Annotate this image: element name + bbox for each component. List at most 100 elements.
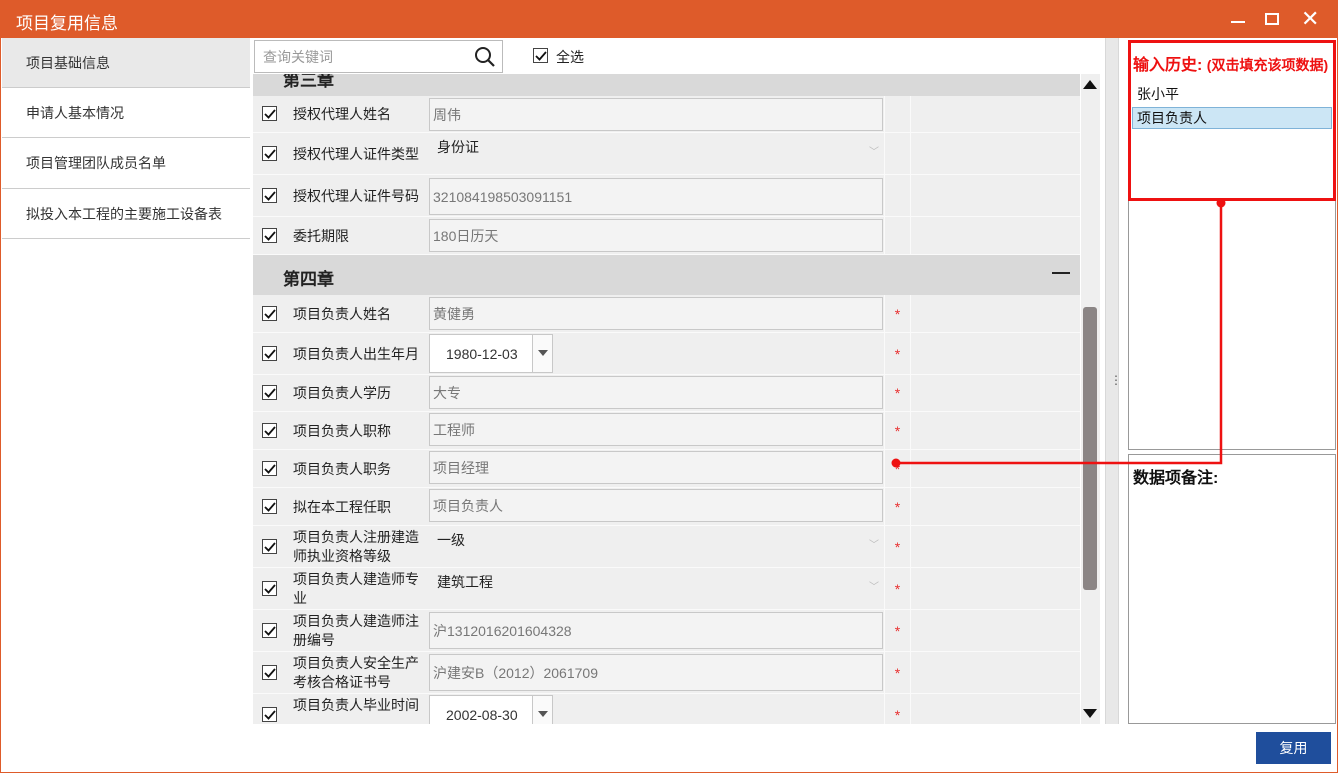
row-checkbox[interactable]: [262, 346, 277, 361]
field-label: 项目负责人建造师专业: [293, 571, 419, 606]
form-row: 授权代理人姓名 周伟: [253, 96, 1080, 133]
check-icon: [264, 542, 276, 552]
select-all-checkbox[interactable]: [533, 48, 548, 63]
check-icon: [535, 51, 547, 61]
field-input[interactable]: 321084198503091151: [429, 178, 883, 215]
check-icon: [264, 710, 276, 720]
sidebar: 项目基础信息 申请人基本情况 项目管理团队成员名单 拟投入本工程的主要施工设备表: [2, 38, 250, 239]
collapse-icon[interactable]: [1052, 272, 1070, 274]
field-input[interactable]: 工程师: [429, 413, 883, 446]
chapter-header[interactable]: 第三章: [253, 74, 1080, 96]
check-icon: [264, 668, 276, 678]
required-cell: [884, 217, 911, 255]
field-input[interactable]: 黄健勇: [429, 297, 883, 330]
row-checkbox[interactable]: [262, 385, 277, 400]
check-icon: [264, 231, 276, 241]
form-row: 项目负责人安全生产考核合格证书号 沪建安B（2012）2061709 *: [253, 652, 1080, 694]
date-dropdown-button[interactable]: [532, 696, 552, 724]
select-value: 建筑工程: [437, 574, 493, 590]
field-label: 项目负责人职务: [293, 460, 391, 477]
field-label: 项目负责人姓名: [293, 305, 391, 322]
field-select[interactable]: 身份证 ﹀: [429, 133, 883, 175]
date-picker[interactable]: 1980-12-03: [429, 334, 553, 373]
sidebar-item-label: 项目基础信息: [26, 54, 110, 71]
reuse-button[interactable]: 复用: [1256, 732, 1331, 764]
window-title: 项目复用信息: [16, 14, 118, 33]
required-mark: *: [884, 295, 911, 333]
row-checkbox[interactable]: [262, 106, 277, 121]
maximize-button[interactable]: [1254, 4, 1290, 34]
row-checkbox[interactable]: [262, 423, 277, 438]
dropdown-arrow-icon: [538, 711, 548, 717]
field-input[interactable]: 沪1312016201604328: [429, 612, 883, 649]
form-row: 项目负责人职务 项目经理 *: [253, 450, 1080, 488]
row-checkbox[interactable]: [262, 228, 277, 243]
field-label: 授权代理人证件类型: [293, 145, 419, 162]
scrollbar-thumb[interactable]: [1083, 307, 1097, 590]
close-button[interactable]: ✕: [1292, 4, 1328, 34]
minimize-icon: [1231, 21, 1245, 23]
required-cell: [884, 133, 911, 175]
form-row: 授权代理人证件类型 身份证 ﹀: [253, 133, 1080, 175]
form-row: 项目负责人注册建造师执业资格等级 一级 ﹀ *: [253, 526, 1080, 568]
check-icon: [264, 426, 276, 436]
check-icon: [264, 149, 276, 159]
sidebar-item-applicant[interactable]: 申请人基本情况: [2, 88, 250, 138]
minimize-button[interactable]: [1220, 4, 1256, 34]
form-row: 项目负责人姓名 黄健勇 *: [253, 295, 1080, 333]
sidebar-item-equipment[interactable]: 拟投入本工程的主要施工设备表: [2, 189, 250, 239]
required-cell: [884, 96, 911, 133]
row-checkbox[interactable]: [262, 499, 277, 514]
panel-splitter[interactable]: ⋮: [1105, 38, 1122, 724]
maximize-icon: [1265, 13, 1279, 25]
required-mark: *: [884, 568, 911, 610]
required-mark: *: [884, 610, 911, 652]
row-checkbox[interactable]: [262, 461, 277, 476]
field-input[interactable]: 项目经理: [429, 451, 883, 484]
select-value: 一级: [437, 532, 465, 548]
date-picker[interactable]: 2002-08-30: [429, 695, 553, 724]
row-checkbox[interactable]: [262, 188, 277, 203]
scroll-up-icon[interactable]: [1083, 80, 1097, 89]
row-checkbox[interactable]: [262, 665, 277, 680]
date-value: 2002-08-30: [446, 706, 518, 723]
row-checkbox[interactable]: [262, 539, 277, 554]
chevron-down-icon: ﹀: [869, 540, 879, 551]
row-checkbox[interactable]: [262, 581, 277, 596]
chevron-down-icon: ﹀: [869, 147, 879, 158]
check-icon: [264, 309, 276, 319]
field-input[interactable]: 沪建安B（2012）2061709: [429, 654, 883, 691]
row-checkbox[interactable]: [262, 146, 277, 161]
field-input[interactable]: 项目负责人: [429, 489, 883, 522]
form-panel: 第三章 授权代理人姓名 周伟 授权代理人证件类型 身份证 ﹀ 授权代理人证件号码 …: [253, 74, 1080, 724]
form-row: 项目负责人建造师注册编号 沪1312016201604328 *: [253, 610, 1080, 652]
dropdown-arrow-icon: [538, 350, 548, 356]
row-checkbox[interactable]: [262, 707, 277, 722]
field-input[interactable]: 180日历天: [429, 219, 883, 252]
field-select[interactable]: 建筑工程 ﹀: [429, 568, 883, 610]
form-row: 授权代理人证件号码 321084198503091151: [253, 175, 1080, 217]
check-icon: [264, 502, 276, 512]
search-icon[interactable]: [474, 46, 496, 68]
date-dropdown-button[interactable]: [532, 335, 552, 372]
field-select[interactable]: 一级 ﹀: [429, 526, 883, 568]
field-input[interactable]: 大专: [429, 376, 883, 409]
row-checkbox[interactable]: [262, 623, 277, 638]
field-input[interactable]: 周伟: [429, 98, 883, 131]
form-scrollbar[interactable]: [1081, 74, 1100, 724]
sidebar-item-label: 拟投入本工程的主要施工设备表: [26, 205, 222, 222]
splitter-grip-icon: ⋮: [1110, 373, 1122, 387]
search-input[interactable]: [255, 41, 470, 72]
note-title: 数据项备注:: [1133, 470, 1219, 487]
field-label: 项目负责人毕业时间: [293, 697, 419, 713]
chapter-header[interactable]: 第四章: [253, 255, 1080, 295]
check-icon: [264, 464, 276, 474]
sidebar-item-team[interactable]: 项目管理团队成员名单: [2, 138, 250, 189]
row-checkbox[interactable]: [262, 306, 277, 321]
sidebar-item-project-basic[interactable]: 项目基础信息: [2, 38, 250, 88]
scroll-down-icon[interactable]: [1083, 709, 1097, 718]
form-row: 项目负责人职称 工程师 *: [253, 412, 1080, 450]
chapter-title: 第三章: [283, 74, 334, 90]
select-all-label: 全选: [556, 49, 584, 65]
field-label: 项目负责人建造师注册编号: [293, 613, 419, 648]
